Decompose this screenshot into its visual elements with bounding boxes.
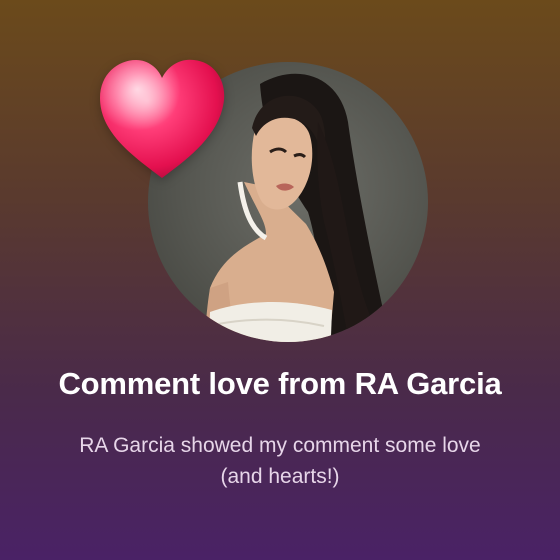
heart-icon	[100, 59, 225, 178]
notification-message: RA Garcia showed my comment some love (a…	[79, 434, 481, 488]
notification-title: Comment love from RA Garcia	[58, 366, 502, 401]
comment-love-card[interactable]: Comment love from RA Garcia RA Garcia sh…	[0, 0, 560, 560]
